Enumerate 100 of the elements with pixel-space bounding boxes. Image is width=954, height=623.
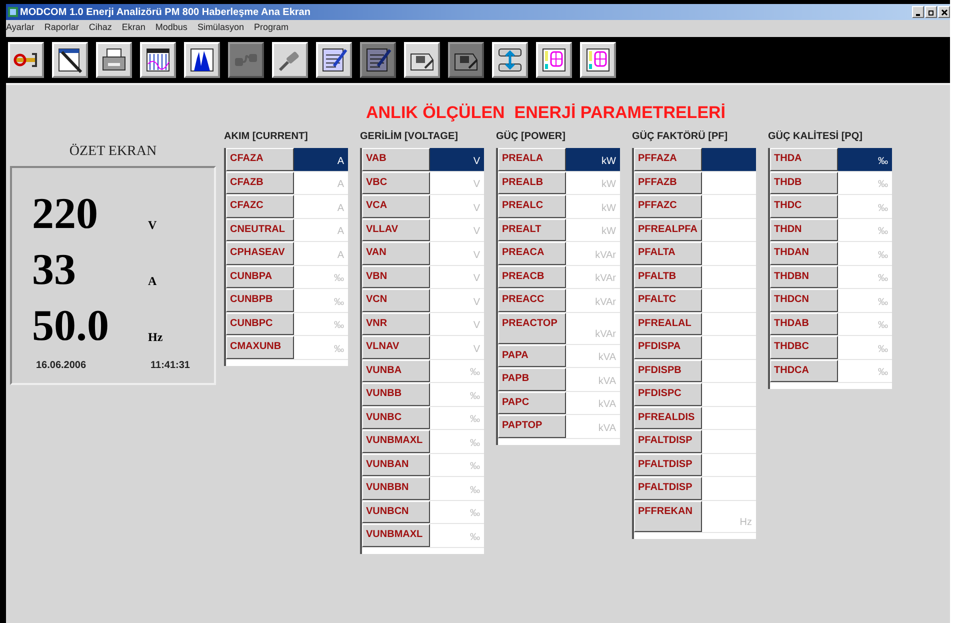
parameter-button[interactable]: VAB [362,148,430,170]
time-label: 11:41:31 [150,359,190,373]
parameter-button[interactable]: CUNBPB [226,289,294,312]
parameter-button[interactable]: PFALTA [634,242,702,264]
parameter-button[interactable]: VCN [362,289,430,312]
unit-label: ‰ [878,296,888,310]
parameter-button[interactable]: PREACA [498,242,566,264]
unit-label: ‰ [470,413,480,427]
parameter-button[interactable]: VNR [362,312,430,335]
parameter-button[interactable]: PFREALPFA [634,218,702,241]
parameter-button[interactable]: THDC [770,195,838,218]
menu-item[interactable]: Modbus [155,21,188,35]
menu-item[interactable]: Simülasyon [197,21,244,35]
unit-label: ‰ [878,272,888,286]
parameter-button[interactable]: CPHASEAV [226,242,294,264]
panel-icon [540,46,568,74]
parameter-button[interactable]: PFFREKAN [634,500,702,532]
menu-item[interactable]: Raporlar [44,21,79,35]
parameter-button[interactable]: VUNBBN [362,477,430,500]
parameter-button[interactable]: VUNBMAXL [362,430,430,452]
toolbar-button[interactable] [272,42,308,78]
unit-label: A [337,248,344,262]
parameter-button[interactable]: PFDISPA [634,336,702,358]
parameter-button[interactable]: THDAN [770,242,838,264]
parameter-button[interactable]: THDB [770,172,838,194]
toolbar-button[interactable] [8,42,44,78]
parameter-button[interactable]: VAN [362,242,430,264]
group-title: AKIM [CURRENT] [224,130,309,144]
unit-label: ‰ [878,248,888,262]
parameter-button[interactable]: PREALA [498,148,566,170]
parameter-button[interactable]: PREALB [498,172,566,194]
parameter-button[interactable]: PAPTOP [498,415,566,438]
parameter-button[interactable]: PFDISPC [634,383,702,406]
menu-item[interactable]: Cihaz [88,21,112,35]
parameter-button[interactable]: CFAZB [226,172,294,194]
parameter-button[interactable]: CUNBPA [226,266,294,288]
toolbar-button[interactable] [316,42,352,78]
parameter-button[interactable]: PREALT [498,218,566,241]
parameter-button[interactable]: VCA [362,195,430,218]
unit-label: ‰ [470,436,480,450]
toolbar-button[interactable] [404,42,440,78]
parameter-button[interactable]: PAPC [498,392,566,414]
toolbar-button[interactable] [184,42,220,78]
parameter-button[interactable]: PFALTDISP [634,454,702,476]
parameter-button[interactable]: PFALTC [634,289,702,312]
parameter-button[interactable]: VUNBA [362,360,430,382]
parameter-button[interactable]: CNEUTRAL [226,218,294,241]
parameter-button[interactable]: VUNBAN [362,454,430,476]
menu-item[interactable]: Ayarlar [6,21,34,35]
parameter-button[interactable]: THDBC [770,336,838,358]
parameter-button[interactable]: VUNBB [362,383,430,406]
parameter-button[interactable]: VLLAV [362,218,430,241]
app-icon [8,7,18,17]
toolbar-button[interactable] [492,42,528,78]
notepad-icon [364,46,392,74]
toolbar-button[interactable] [580,42,616,78]
parameter-button[interactable]: PAPB [498,368,566,390]
parameter-button[interactable]: PFALTDISP [634,477,702,500]
toolbar-button[interactable] [52,42,88,78]
unit-label: V [473,342,480,356]
menu-item[interactable]: Program [254,21,288,35]
parameter-button[interactable]: VBN [362,266,430,288]
parameter-button[interactable]: PFREALDIS [634,406,702,429]
parameter-button[interactable]: CFAZC [226,195,294,218]
parameter-button[interactable]: PREACTOP [498,312,566,344]
parameter-button[interactable]: VUNBMAXL [362,524,430,546]
parameter-button[interactable]: CMAXUNB [226,336,294,358]
parameter-button[interactable]: THDN [770,218,838,241]
parameter-button[interactable]: PFFAZA [634,148,702,170]
parameter-button[interactable]: THDA [770,148,838,170]
parameter-button[interactable]: THDBN [770,266,838,288]
parameter-button[interactable]: PFREALAL [634,312,702,335]
parameter-button[interactable]: PREACC [498,289,566,312]
parameter-button[interactable]: THDCA [770,360,838,382]
parameter-button[interactable]: CFAZA [226,148,294,170]
parameter-button[interactable]: PREACB [498,266,566,288]
parameter-button[interactable]: PFDISPB [634,360,702,382]
parameter-button[interactable]: THDCN [770,289,838,312]
unit-label: V [473,319,480,333]
parameter-button[interactable]: VUNBC [362,406,430,429]
unit-label: ‰ [470,507,480,521]
parameter-button[interactable]: PAPA [498,344,566,367]
menu-item[interactable]: Ekran [122,21,146,35]
reading-unit: Hz [148,329,163,346]
toolbar-button[interactable] [96,42,132,78]
parameter-button[interactable]: PREALC [498,195,566,218]
toolbar-button[interactable] [140,42,176,78]
parameter-button[interactable]: VUNBCN [362,500,430,523]
parameter-button[interactable]: VBC [362,172,430,194]
parameter-button[interactable]: VLNAV [362,336,430,358]
parameter-button[interactable]: PFALTDISP [634,430,702,452]
parameter-button[interactable]: PFFAZB [634,172,702,194]
toolbar-button[interactable] [536,42,572,78]
parameter-button[interactable]: PFFAZC [634,195,702,218]
minimize-button[interactable] [912,6,924,18]
parameter-button[interactable]: PFALTB [634,266,702,288]
parameter-button[interactable]: THDAB [770,312,838,335]
close-button[interactable] [938,6,950,18]
parameter-button[interactable]: CUNBPC [226,312,294,335]
restore-button[interactable] [925,6,937,18]
